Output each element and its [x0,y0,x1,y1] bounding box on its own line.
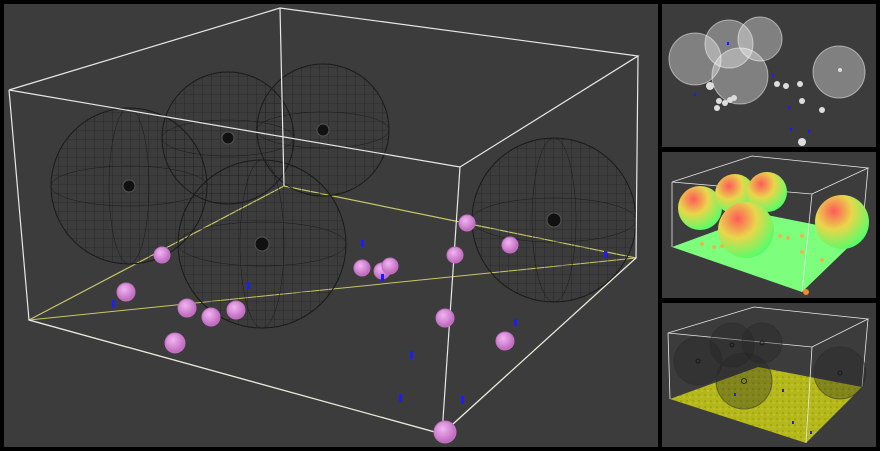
main-scene-canvas[interactable] [4,4,658,447]
marker[interactable] [247,282,250,289]
small-sphere[interactable] [433,420,457,444]
small-sphere[interactable] [116,282,136,302]
small-sphere[interactable] [501,236,519,254]
translucent-spheres [668,16,866,105]
marker[interactable] [604,251,607,258]
marker[interactable] [381,274,384,281]
main-viewport[interactable] [4,4,658,447]
large-sphere[interactable] [715,352,773,410]
small-sphere[interactable] [381,257,399,275]
small-sphere[interactable] [153,246,171,264]
large-sphere[interactable] [718,202,774,258]
small-sphere[interactable] [164,332,186,354]
small-sphere[interactable] [177,298,197,318]
marker[interactable] [112,300,115,307]
large-sphere[interactable] [711,47,769,105]
marker[interactable] [399,394,402,402]
top-scene-canvas[interactable] [662,4,876,147]
small-sphere[interactable] [435,308,455,328]
small-sphere[interactable] [495,331,515,351]
marker[interactable] [514,319,517,326]
marker[interactable] [410,351,413,359]
large-sphere[interactable] [813,346,867,400]
textured-viewport[interactable] [662,303,876,447]
marker[interactable] [361,240,364,247]
shaded-viewport[interactable] [662,152,876,298]
top-viewport[interactable] [662,4,876,147]
large-sphere[interactable] [812,45,866,99]
small-sphere[interactable] [458,214,476,232]
large-sphere[interactable] [177,159,347,329]
textured-scene-canvas[interactable] [662,303,876,447]
small-sphere[interactable] [446,246,464,264]
small-sphere[interactable] [226,300,246,320]
large-sphere[interactable] [815,195,869,249]
large-sphere[interactable] [471,137,637,303]
shaded-scene-canvas[interactable] [662,152,876,298]
small-sphere[interactable] [353,259,371,277]
marker[interactable] [461,396,464,404]
small-sphere[interactable] [201,307,221,327]
